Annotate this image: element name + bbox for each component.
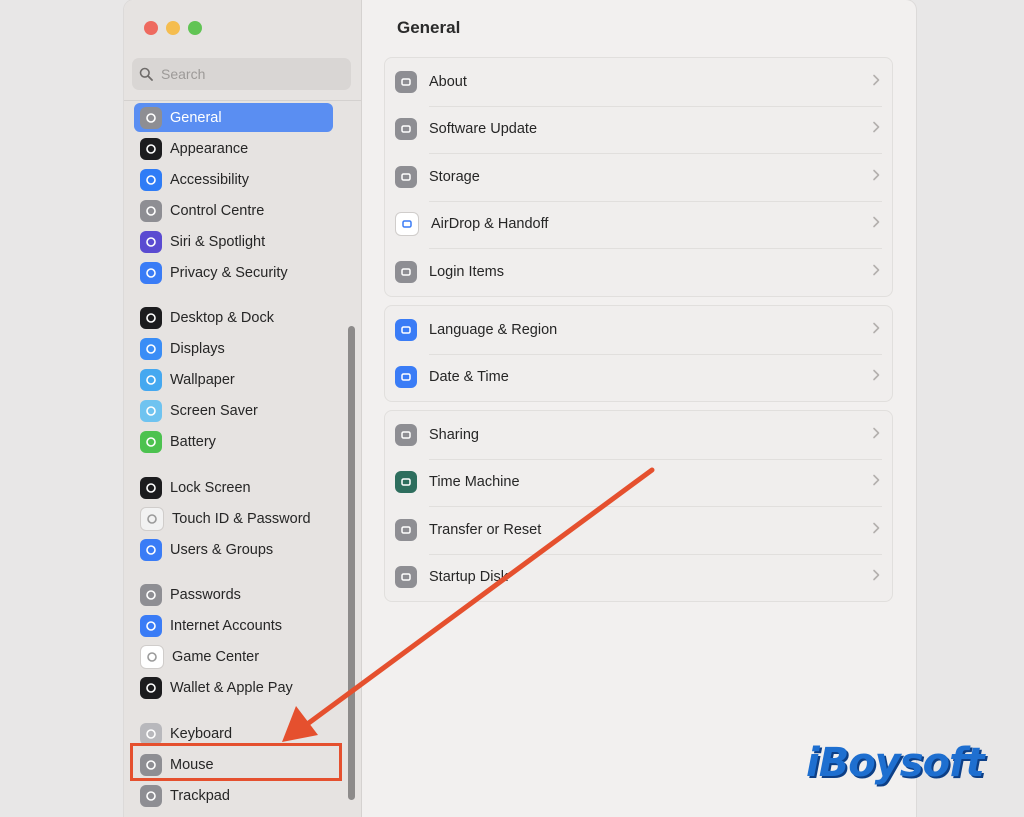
annotation-arrow (282, 467, 655, 742)
iboysoft-watermark: iBoysoft (806, 740, 985, 786)
